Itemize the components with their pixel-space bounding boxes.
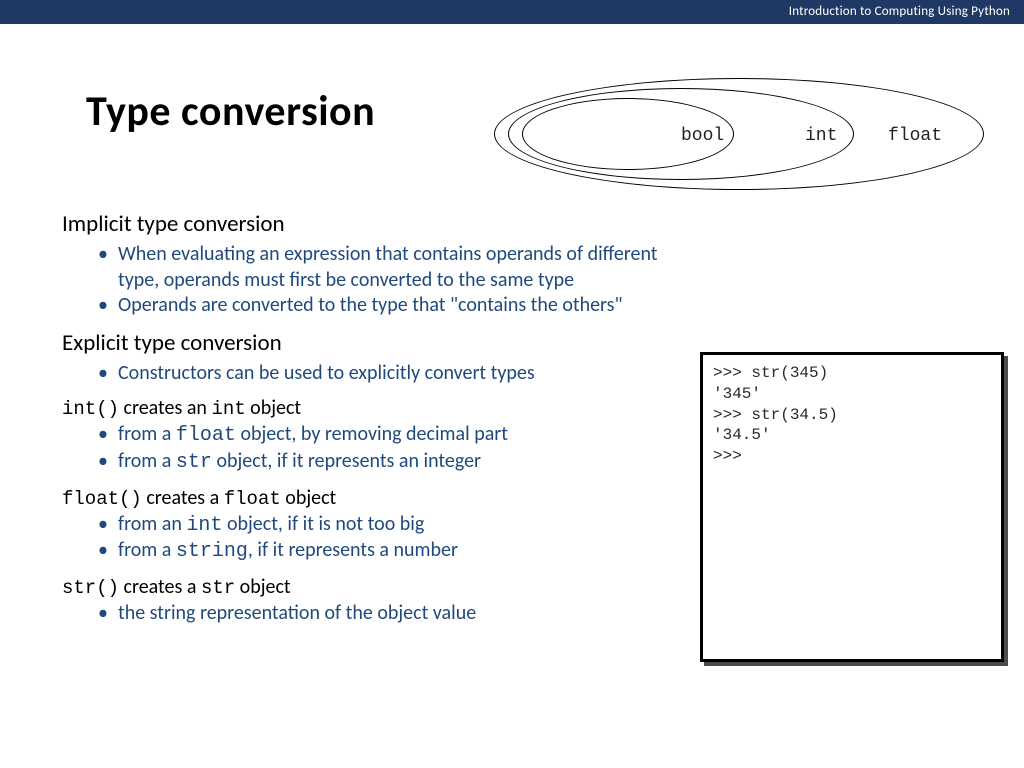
str-ctor-obj: str [201, 577, 235, 599]
str-ctor-bullets: the string representation of the object … [62, 601, 662, 627]
implicit-bullet-2: Operands are converted to the type that … [102, 293, 662, 319]
int-ctor-b2: from a str object, if it represents an i… [102, 449, 662, 476]
int-ctor-mid: creates an [119, 396, 211, 420]
float-ctor-mid: creates a [142, 486, 224, 510]
int-ctor-b1: from a float object, by removing decimal… [102, 422, 662, 449]
float-ctor-b2: from a string, if it represents a number [102, 538, 662, 565]
str-ctor-tail: object [235, 575, 290, 599]
int-ctor-line: int() creates an int object [62, 396, 662, 420]
header-bar: Introduction to Computing Using Python [0, 0, 1024, 24]
label-bool: bool [681, 126, 724, 146]
float-ctor-tail: object [281, 486, 336, 510]
label-float: float [888, 126, 942, 146]
str-ctor-mid: creates a [119, 575, 201, 599]
repl-code-box: >>> str(345) '345' >>> str(34.5) '34.5' … [700, 352, 1004, 662]
str-ctor-code: str() [62, 577, 119, 599]
label-int: int [805, 126, 837, 146]
explicit-heading: Explicit type conversion [62, 329, 662, 357]
slide-body: Implicit type conversion When evaluating… [62, 200, 662, 634]
int-ctor-code: int() [62, 398, 119, 420]
implicit-heading: Implicit type conversion [62, 210, 662, 238]
implicit-bullet-1: When evaluating an expression that conta… [102, 242, 662, 293]
float-ctor-code: float() [62, 488, 142, 510]
str-ctor-b1: the string representation of the object … [102, 601, 662, 627]
explicit-bullet-1: Constructors can be used to explicitly c… [102, 361, 662, 387]
float-ctor-b1: from an int object, if it is not too big [102, 512, 662, 539]
float-ctor-line: float() creates a float object [62, 486, 662, 510]
type-nesting-diagram: bool int float [494, 78, 984, 190]
str-ctor-line: str() creates a str object [62, 575, 662, 599]
float-ctor-bullets: from an int object, if it is not too big… [62, 512, 662, 565]
implicit-bullets: When evaluating an expression that conta… [62, 242, 662, 319]
int-ctor-bullets: from a float object, by removing decimal… [62, 422, 662, 475]
int-ctor-tail: object [246, 396, 301, 420]
explicit-bullets: Constructors can be used to explicitly c… [62, 361, 662, 387]
float-ctor-obj: float [224, 488, 281, 510]
header-title: Introduction to Computing Using Python [789, 4, 1010, 19]
int-ctor-obj: int [211, 398, 245, 420]
slide-title: Type conversion [86, 86, 375, 137]
